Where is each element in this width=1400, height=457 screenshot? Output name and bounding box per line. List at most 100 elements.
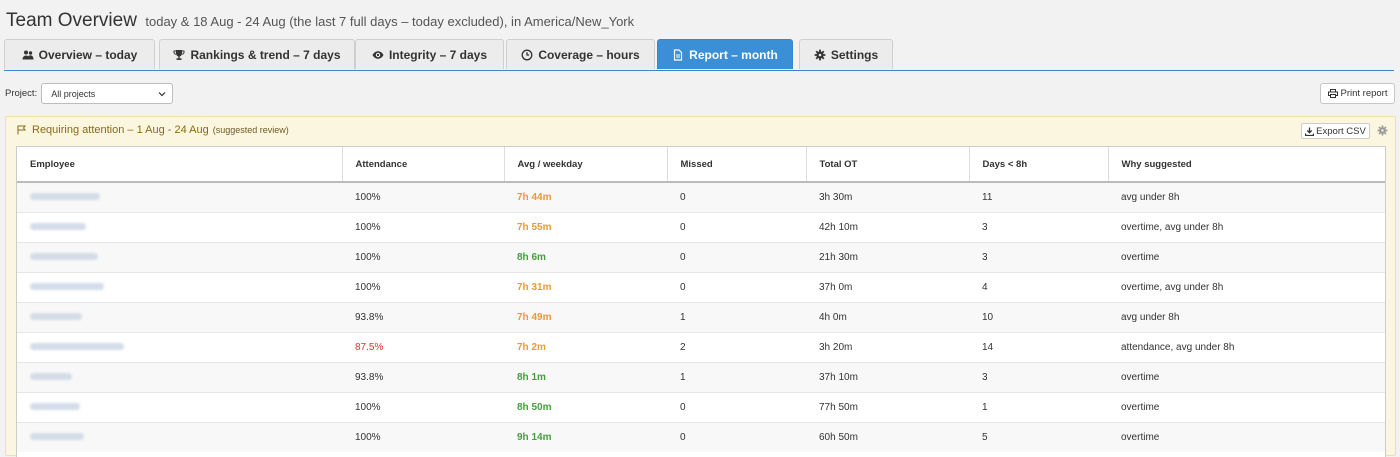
employee-name-redacted[interactable] [30,223,86,230]
flag-icon [17,125,26,135]
column-header-attendance[interactable]: Attendance [342,147,505,183]
avg-weekday-cell: 8h 6m [504,242,667,273]
attendance-cell: 93.8% [342,362,504,393]
employee-name-redacted[interactable] [30,193,100,200]
project-label: Project: [5,88,38,99]
table-row: 87.5% 7h 2m 2 3h 20m 14 attendance, avg under… [17,332,1385,363]
missed-cell: 0 [667,272,806,303]
tab-coverage-label: Coverage – hours [538,47,640,62]
attendance-cell: 100% [342,181,504,213]
attention-title: Requiring attention – 1 Aug - 24 Aug [32,124,209,136]
avg-weekday-cell: 8h 50m [504,392,667,423]
table-row: 93.8% 7h 49m 1 4h 0m 10 avg under 8h [17,302,1385,333]
column-header-avg-weekday[interactable]: Avg / weekday [504,147,668,183]
attendance-cell: 100% [342,392,504,423]
tab-integrity-label: Integrity – 7 days [388,47,488,62]
missed-cell: 0 [667,392,806,423]
tab-integrity[interactable]: Integrity – 7 days [355,39,504,69]
avg-weekday-cell: 7h 55m [504,212,667,243]
employee-name-redacted[interactable] [30,373,72,380]
table-row: 100% 7h 55m 0 42h 10m 3 overtime, avg under 8… [17,212,1385,243]
tab-rankings-label: Rankings & trend – 7 days [190,47,341,62]
days-under-8h-cell: 1 [969,392,1108,423]
employee-cell[interactable] [17,332,342,363]
total-ot-cell: 3h 30m [806,181,969,213]
attention-panel: Requiring attention – 1 Aug - 24 Aug (su… [5,116,1396,457]
trophy-icon [173,49,185,60]
tab-bar: Overview – today Rankings & trend – 7 da… [4,39,1394,71]
tab-report-label: Report – month [689,47,778,62]
employee-name-redacted[interactable] [30,283,104,290]
why-suggested-cell: overtime, avg under 8h [1108,212,1385,243]
missed-cell: 0 [667,181,806,213]
export-csv-button[interactable]: Export CSV [1301,123,1370,139]
total-ot-cell: 4h 0m [806,302,969,333]
total-ot-cell: 37h 10m [806,362,969,393]
tab-settings[interactable]: Settings [799,39,893,69]
employee-name-redacted[interactable] [30,253,98,260]
tab-rankings[interactable]: Rankings & trend – 7 days [159,39,355,69]
print-report-label: Print report [1340,88,1388,99]
employee-name-redacted[interactable] [30,313,82,320]
attention-header: Requiring attention – 1 Aug - 24 Aug (su… [17,124,289,136]
employee-cell[interactable] [17,212,342,243]
missed-cell: 2 [667,332,806,363]
page-subtitle: today & 18 Aug - 24 Aug (the last 7 full… [145,14,635,29]
employee-cell[interactable] [17,362,342,393]
employee-cell[interactable] [17,272,342,303]
days-under-8h-cell: 11 [969,181,1108,213]
column-header-employee[interactable]: Employee [17,147,343,183]
tab-report[interactable]: Report – month [657,39,793,69]
employee-name-redacted[interactable] [30,433,84,440]
project-select-value: All projects [51,88,96,99]
attention-hint: (suggested review) [212,125,289,135]
table-row: 100% 7h 31m 0 37h 0m 4 overtime, avg under 8h [17,272,1385,303]
download-icon [1305,127,1315,136]
attendance-cell: 100% [342,272,504,303]
employee-cell[interactable] [17,302,342,333]
why-suggested-cell: overtime [1108,242,1385,273]
avg-weekday-cell: 9h 14m [504,422,667,452]
column-header-days-under-8h[interactable]: Days < 8h [969,147,1109,183]
column-header-why-suggested[interactable]: Why suggested [1108,147,1385,183]
avg-weekday-cell: 7h 44m [504,181,667,213]
table-row: 93.8% 8h 1m 1 37h 10m 3 overtime [17,362,1385,393]
why-suggested-cell: overtime, avg under 8h [1108,272,1385,303]
avg-weekday-cell: 7h 31m [504,272,667,303]
why-suggested-cell: overtime [1108,392,1385,423]
days-under-8h-cell: 3 [969,362,1108,393]
file-icon [674,48,683,61]
why-suggested-cell: overtime [1108,362,1385,393]
employee-name-redacted[interactable] [30,403,80,410]
clock-icon [521,49,533,60]
tab-coverage[interactable]: Coverage – hours [506,39,655,69]
project-select[interactable]: All projects [41,83,174,104]
table-row: 100% 8h 6m 0 21h 30m 3 overtime [17,242,1385,273]
tab-overview[interactable]: Overview – today [4,39,155,69]
print-report-button[interactable]: Print report [1320,83,1395,104]
attendance-cell: 100% [342,422,504,452]
why-suggested-cell: overtime [1108,422,1385,452]
total-ot-cell: 77h 50m [806,392,969,423]
employee-cell[interactable] [17,181,342,213]
column-header-total-ot[interactable]: Total OT [806,147,970,183]
printer-icon [1327,89,1338,98]
project-filter: Project: All projects [5,83,174,104]
attendance-cell: 87.5% [342,332,504,363]
tab-overview-label: Overview – today [38,47,138,62]
total-ot-cell: 3h 20m [806,332,969,363]
missed-cell: 0 [667,422,806,452]
total-ot-cell: 42h 10m [806,212,969,243]
employee-cell[interactable] [17,242,342,273]
employee-name-redacted[interactable] [30,343,124,350]
column-header-missed[interactable]: Missed [667,147,807,183]
eye-icon [372,50,384,59]
gear-icon [814,49,826,60]
table-row: 100% 9h 14m 0 60h 50m 5 overtime [17,422,1385,452]
days-under-8h-cell: 14 [969,332,1108,363]
employee-cell[interactable] [17,422,342,452]
page-header: Team Overview today & 18 Aug - 24 Aug (t… [6,10,634,32]
employee-cell[interactable] [17,392,342,423]
gear-icon[interactable] [1377,125,1388,136]
table-row: 100% 8h 50m 0 77h 50m 1 overtime [17,392,1385,423]
